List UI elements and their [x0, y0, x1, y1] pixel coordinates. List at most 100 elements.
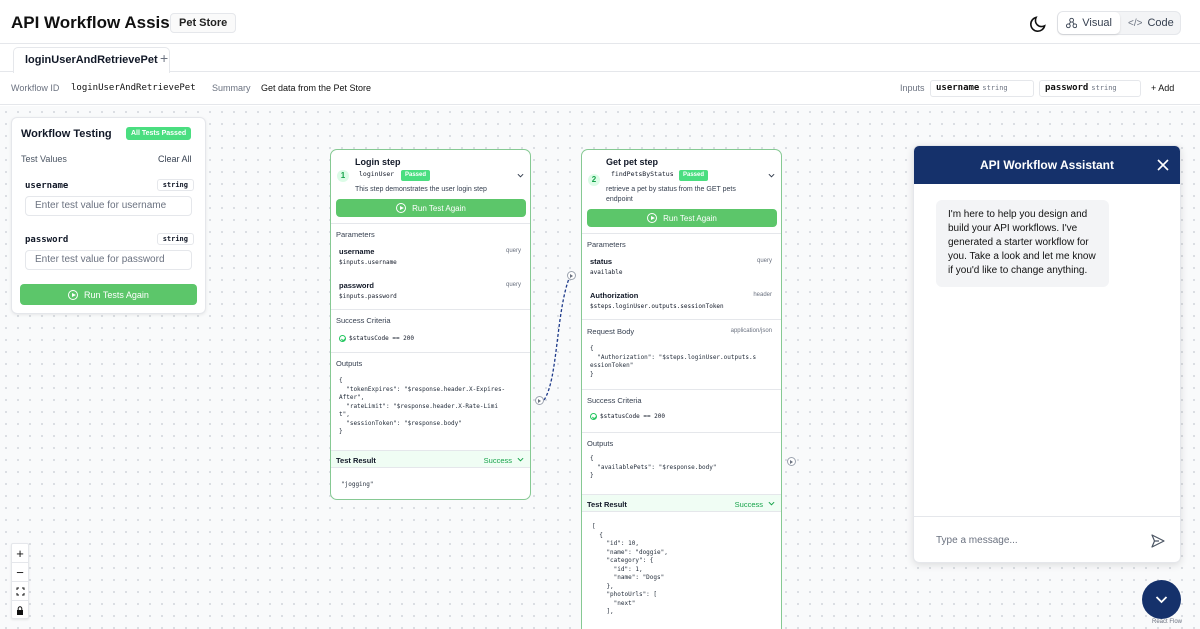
- code-icon: </>: [1128, 17, 1143, 29]
- test-result-body: [ { "id": 10, "name": "doggie", "categor…: [592, 523, 668, 615]
- store-selector[interactable]: Pet Store: [170, 13, 237, 33]
- react-flow-attribution[interactable]: React Flow: [1152, 619, 1182, 625]
- param-name: status: [590, 257, 613, 266]
- success-criteria-section: Success Criteria $statusCode == 200: [331, 309, 530, 352]
- param-value: $inputs.username: [339, 259, 397, 266]
- play-icon: [68, 289, 79, 300]
- assistant-chat-panel: API Workflow Assistant I'm here to help …: [913, 145, 1181, 563]
- chevron-down-icon[interactable]: [517, 172, 524, 179]
- criteria-item: $statusCode == 200: [339, 335, 414, 342]
- field-type: string: [156, 233, 194, 245]
- success-criteria-section: Success Criteria $statusCode == 200: [582, 389, 781, 432]
- section-heading: Request Body: [587, 327, 635, 336]
- test-result-body: "jogging": [341, 481, 374, 488]
- workflow-meta-bar: Workflow ID loginUserAndRetrievePet Summ…: [0, 72, 1200, 105]
- step-card-get-pet[interactable]: Get pet step 2 findPetsByStatus Passed r…: [581, 149, 782, 629]
- username-test-input[interactable]: Enter test value for username: [25, 196, 192, 216]
- chevron-down-icon: [1155, 596, 1168, 604]
- criteria-item: $statusCode == 200: [590, 413, 665, 420]
- input-chip-username[interactable]: username string: [930, 80, 1034, 97]
- param-value: $inputs.password: [339, 293, 397, 300]
- code-view-button[interactable]: </> Code: [1120, 12, 1182, 34]
- workflow-id-label: Workflow ID: [11, 83, 60, 93]
- criteria-text: $statusCode == 200: [600, 413, 666, 420]
- param-name: password: [339, 281, 375, 290]
- workflow-testing-panel: Workflow Testing All Tests Passed Test V…: [11, 117, 206, 314]
- play-icon: [396, 203, 407, 213]
- visual-view-button[interactable]: Visual: [1058, 12, 1120, 34]
- test-result-label: Test Result: [336, 456, 376, 465]
- chat-header: API Workflow Assistant: [914, 146, 1180, 184]
- step2-input-handle[interactable]: [567, 271, 576, 280]
- section-heading: Success Criteria: [587, 396, 642, 405]
- add-tab-button[interactable]: +: [160, 50, 168, 66]
- input-name: password: [1045, 83, 1089, 93]
- assistant-message: I'm here to help you design and build yo…: [936, 200, 1109, 287]
- chat-input-bar: Type a message...: [914, 516, 1180, 562]
- parameters-section: Parameters status query available Author…: [582, 233, 781, 319]
- chevron-down-icon: [517, 457, 524, 462]
- step2-output-handle[interactable]: [787, 457, 796, 466]
- run-test-button[interactable]: Run Test Again: [336, 199, 526, 217]
- test-result-status: Success: [483, 456, 512, 465]
- lock-icon: [17, 606, 23, 615]
- dark-mode-toggle-icon[interactable]: [1028, 13, 1048, 33]
- input-chip-password[interactable]: password string: [1039, 80, 1141, 97]
- outputs-code: { "availablePets": "$response.body" }: [590, 455, 717, 479]
- summary-label: Summary: [212, 83, 251, 93]
- summary-value[interactable]: Get data from the Pet Store: [261, 83, 371, 93]
- workflow-id-value[interactable]: loginUserAndRetrievePet: [71, 83, 196, 93]
- tab-workflow[interactable]: loginUserAndRetrievePet: [13, 47, 170, 73]
- outputs-section: Outputs { "availablePets": "$response.bo…: [582, 432, 781, 494]
- section-heading: Outputs: [587, 439, 614, 448]
- input-type: string: [1091, 84, 1117, 92]
- chat-toggle-button[interactable]: [1142, 580, 1181, 619]
- run-tests-button[interactable]: Run Tests Again: [20, 284, 197, 305]
- code-view-label: Code: [1147, 17, 1174, 29]
- status-badge: Passed: [679, 170, 709, 181]
- run-test-label: Run Test Again: [412, 203, 466, 213]
- password-test-input[interactable]: Enter test value for password: [25, 250, 192, 270]
- chevron-down-icon[interactable]: [768, 172, 775, 179]
- test-values-label: Test Values: [21, 154, 67, 164]
- visual-view-label: Visual: [1082, 17, 1112, 29]
- test-field-password: password string Enter test value for pas…: [25, 233, 194, 270]
- check-icon: [339, 335, 346, 342]
- app-header: API Workflow Assistant Pet Store Visual …: [0, 0, 1200, 44]
- zoom-in-button[interactable]: +: [12, 544, 28, 563]
- section-heading: Outputs: [336, 359, 363, 368]
- section-heading: Success Criteria: [336, 316, 391, 325]
- fit-view-button[interactable]: [12, 582, 28, 601]
- lock-button[interactable]: [12, 601, 28, 620]
- run-test-label: Run Test Again: [663, 213, 717, 223]
- param-name: username: [339, 247, 375, 256]
- close-icon[interactable]: [1156, 158, 1170, 172]
- step1-output-handle[interactable]: [535, 396, 544, 405]
- chat-message-input[interactable]: Type a message...: [936, 535, 1018, 546]
- run-test-button[interactable]: Run Test Again: [587, 209, 777, 227]
- param-location: query: [505, 248, 521, 254]
- operation-id: findPetsByStatus: [611, 170, 674, 178]
- test-result-header[interactable]: Test Result Success: [331, 450, 530, 468]
- param-location: query: [756, 258, 772, 264]
- inputs-label: Inputs: [900, 83, 925, 93]
- step-number: 1: [337, 170, 349, 182]
- play-icon: [647, 213, 658, 223]
- check-icon: [590, 413, 597, 420]
- add-input-button[interactable]: + Add: [1151, 83, 1174, 93]
- send-icon[interactable]: [1150, 533, 1166, 549]
- clear-all-button[interactable]: Clear All: [158, 154, 192, 164]
- test-result-header[interactable]: Test Result Success: [582, 494, 781, 512]
- input-type: string: [982, 84, 1008, 92]
- criteria-text: $statusCode == 200: [349, 335, 415, 342]
- parameters-section: Parameters username query $inputs.userna…: [331, 223, 530, 309]
- param-location: query: [505, 282, 521, 288]
- section-heading: Parameters: [587, 240, 626, 249]
- step-card-login[interactable]: Login step 1 loginUser Passed This step …: [330, 149, 531, 500]
- step-title: Get pet step: [606, 157, 659, 167]
- step-number: 2: [588, 174, 600, 186]
- content-type: application/json: [730, 328, 772, 334]
- zoom-out-button[interactable]: −: [12, 563, 28, 582]
- operation-id: loginUser: [359, 170, 395, 178]
- chevron-down-icon: [768, 501, 775, 506]
